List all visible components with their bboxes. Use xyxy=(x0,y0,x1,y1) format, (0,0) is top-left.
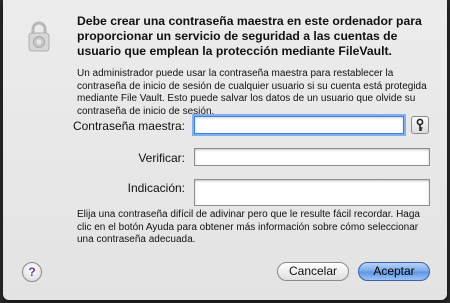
help-button[interactable]: ? xyxy=(22,262,42,282)
help-icon: ? xyxy=(28,265,36,279)
cancel-button[interactable]: Cancelar xyxy=(277,262,349,281)
key-icon xyxy=(416,118,424,131)
hint-label: Indicación: xyxy=(127,181,185,195)
filevault-master-password-dialog: Debe crear una contraseña maestra en est… xyxy=(3,0,447,300)
password-assistant-button[interactable] xyxy=(411,116,429,134)
hint-field[interactable] xyxy=(194,179,430,206)
accept-button[interactable]: Aceptar xyxy=(358,262,430,281)
verify-label: Verificar: xyxy=(138,151,185,165)
dialog-title: Debe crear una contraseña maestra en est… xyxy=(77,14,422,58)
lock-icon xyxy=(28,21,50,52)
master-password-field[interactable] xyxy=(194,116,404,134)
master-password-label: Contraseña maestra: xyxy=(72,119,185,133)
verify-password-field[interactable] xyxy=(194,148,430,166)
password-advice-text: Elija una contraseña difícil de adivinar… xyxy=(77,209,420,245)
dialog-description: Un administrador puede usar la contraseñ… xyxy=(77,68,427,117)
